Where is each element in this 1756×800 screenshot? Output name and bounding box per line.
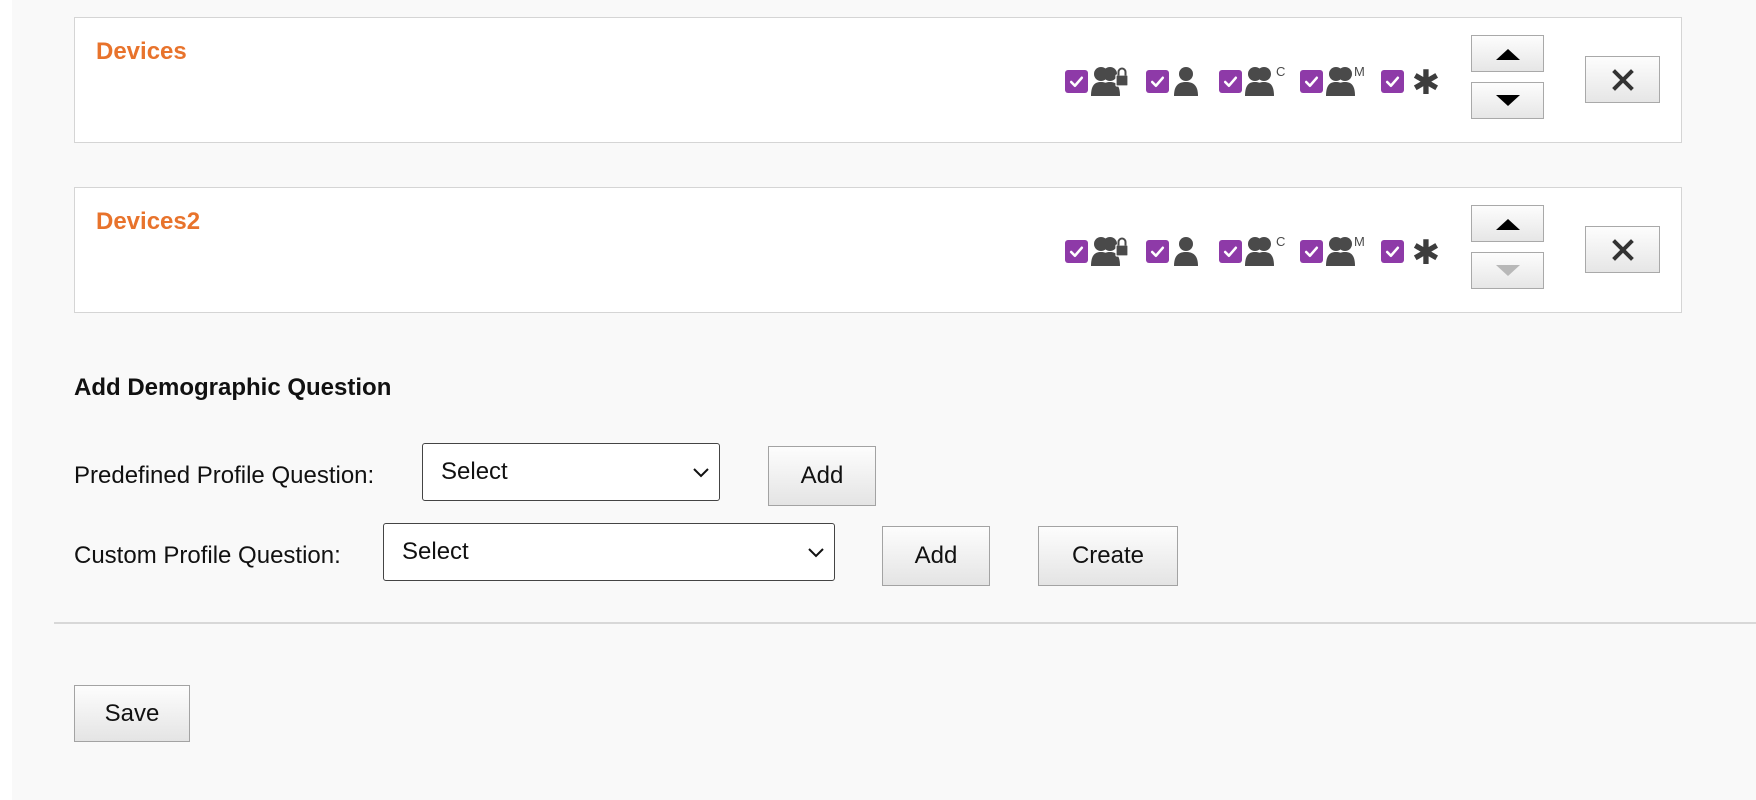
checkbox-checked-icon[interactable] — [1300, 239, 1323, 263]
custom-profile-select[interactable]: Select — [383, 523, 835, 581]
profile-c-letter: C — [1276, 235, 1285, 249]
move-up-button[interactable] — [1471, 205, 1544, 242]
option-profile-c[interactable]: C — [1219, 65, 1285, 97]
add-demographic-heading: Add Demographic Question — [74, 374, 392, 401]
required-asterisk-icon: ✱ — [1412, 65, 1441, 97]
section-divider — [54, 622, 1756, 624]
remove-question-button[interactable] — [1585, 56, 1660, 103]
question-card-devices2: Devices2 C M ✱ — [74, 187, 1682, 313]
question-title: Devices — [96, 38, 187, 65]
checkbox-checked-icon[interactable] — [1219, 69, 1242, 93]
profile-c-icon: C — [1245, 65, 1285, 96]
option-private-profile[interactable] — [1065, 235, 1131, 267]
save-button[interactable]: Save — [74, 685, 190, 742]
private-profile-icon — [1091, 67, 1129, 96]
page-content: Devices C M ✱ Devices2 C M ✱ Add Demogra… — [12, 0, 1756, 800]
custom-profile-label: Custom Profile Question: — [74, 542, 341, 569]
remove-question-button[interactable] — [1585, 226, 1660, 273]
option-profile[interactable] — [1146, 235, 1204, 267]
reorder-controls — [1471, 35, 1544, 119]
close-icon — [1611, 238, 1634, 261]
option-profile[interactable] — [1146, 65, 1204, 97]
profile-icon — [1174, 67, 1198, 96]
predefined-profile-label: Predefined Profile Question: — [74, 462, 375, 489]
profile-icon — [1174, 237, 1198, 266]
option-required[interactable]: ✱ — [1381, 65, 1441, 97]
triangle-down-icon — [1495, 264, 1520, 276]
checkbox-checked-icon[interactable] — [1300, 69, 1323, 93]
option-required[interactable]: ✱ — [1381, 235, 1441, 267]
question-title: Devices2 — [96, 208, 201, 235]
option-profile-m[interactable]: M — [1300, 65, 1366, 97]
reorder-controls — [1471, 205, 1544, 289]
custom-profile-value: Select — [402, 538, 469, 565]
chevron-down-icon — [808, 548, 824, 558]
option-profile-c[interactable]: C — [1219, 235, 1285, 267]
add-custom-button[interactable]: Add — [882, 526, 990, 586]
move-down-button-disabled — [1471, 252, 1544, 289]
close-icon — [1611, 68, 1634, 91]
option-profile-m[interactable]: M — [1300, 235, 1366, 267]
move-up-button[interactable] — [1471, 35, 1544, 72]
profile-c-letter: C — [1276, 65, 1285, 79]
profile-m-icon: M — [1326, 65, 1365, 96]
profile-m-letter: M — [1354, 235, 1365, 249]
checkbox-checked-icon[interactable] — [1146, 69, 1169, 93]
question-options: C M ✱ — [1065, 235, 1456, 267]
profile-m-letter: M — [1354, 65, 1365, 79]
profile-m-icon: M — [1326, 235, 1365, 266]
triangle-up-icon — [1495, 48, 1520, 60]
checkbox-checked-icon[interactable] — [1381, 69, 1404, 93]
question-options: C M ✱ — [1065, 65, 1456, 97]
chevron-down-icon — [693, 468, 709, 478]
checkbox-checked-icon[interactable] — [1146, 239, 1169, 263]
triangle-up-icon — [1495, 218, 1520, 230]
private-profile-icon — [1091, 237, 1129, 266]
checkbox-checked-icon[interactable] — [1065, 239, 1088, 263]
profile-c-icon: C — [1245, 235, 1285, 266]
checkbox-checked-icon[interactable] — [1219, 239, 1242, 263]
checkbox-checked-icon[interactable] — [1381, 239, 1404, 263]
checkbox-checked-icon[interactable] — [1065, 69, 1088, 93]
add-predefined-button[interactable]: Add — [768, 446, 876, 506]
option-private-profile[interactable] — [1065, 65, 1131, 97]
required-asterisk-icon: ✱ — [1412, 235, 1441, 267]
triangle-down-icon — [1495, 94, 1520, 106]
question-card-devices: Devices C M ✱ — [74, 17, 1682, 143]
required-asterisk-glyph: ✱ — [1412, 65, 1441, 97]
predefined-profile-select[interactable]: Select — [422, 443, 720, 501]
move-down-button[interactable] — [1471, 82, 1544, 119]
predefined-profile-value: Select — [441, 458, 508, 485]
create-custom-button[interactable]: Create — [1038, 526, 1178, 586]
required-asterisk-glyph: ✱ — [1412, 235, 1441, 267]
